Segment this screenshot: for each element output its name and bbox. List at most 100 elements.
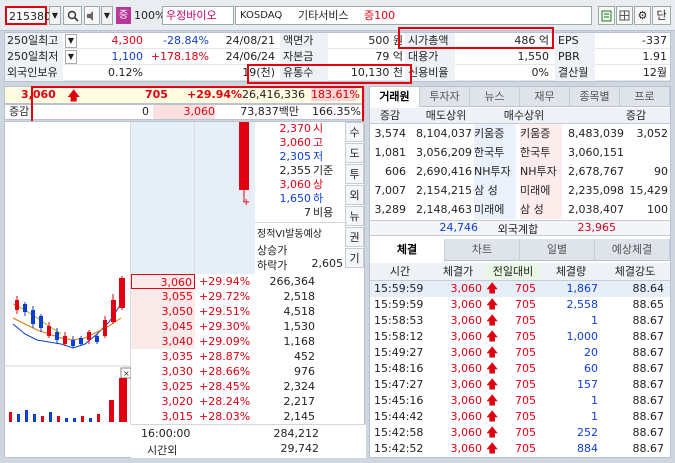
- speaker-icon[interactable]: [84, 6, 100, 25]
- bid-price[interactable]: 3,020: [131, 394, 195, 409]
- broker-sell-name[interactable]: 키움증: [474, 124, 516, 143]
- up-arrow-icon: 🡅: [486, 313, 499, 327]
- info-dropdown-icon[interactable]: ▼: [65, 34, 77, 48]
- trade-price: 3,060: [450, 442, 483, 455]
- up-arrow-icon: 🡅: [486, 361, 499, 375]
- bid-price[interactable]: 3,045: [131, 319, 195, 334]
- bid-price[interactable]: 3,050: [131, 304, 195, 319]
- market-label: KOSDAQ: [240, 10, 283, 21]
- trade-header-cell: 체결량: [555, 265, 587, 278]
- code-dropdown-icon[interactable]: ▼: [49, 6, 61, 25]
- daily-candle-chart: ×: [5, 276, 132, 422]
- broker-sell-change: 1,081: [374, 146, 407, 159]
- trade-qty: 252: [577, 426, 598, 439]
- broker-buy-name[interactable]: 키움증: [520, 124, 562, 143]
- trade-change: 705: [515, 330, 536, 343]
- info-value: 1,550: [517, 50, 550, 63]
- broker-sell-name[interactable]: 삼 성: [474, 181, 516, 200]
- trade-tab[interactable]: 일별: [520, 239, 595, 261]
- side-button[interactable]: 권: [345, 227, 364, 247]
- info-value: 500 원: [368, 34, 403, 47]
- broker-sell-name[interactable]: 미래에: [474, 200, 516, 219]
- bid-price[interactable]: 3,025: [131, 379, 195, 394]
- trade-strength: 88.67: [632, 410, 665, 423]
- broker-sell-change: 3,574: [374, 127, 407, 140]
- sound-dropdown-icon[interactable]: ▼: [101, 6, 113, 25]
- broker-sell-qty: 2,690,416: [416, 165, 472, 178]
- memo-icon[interactable]: [598, 6, 615, 25]
- order-book-panel: + 2,370 시 3,060 고 2,305 저 2,355 기준 3,060 상 1,650 하 7…: [4, 121, 366, 458]
- broker-tabs: 거래원 투자자 뉴스 재무 종목별 프로: [370, 87, 670, 107]
- broker-header-cell: 매수상위: [503, 109, 545, 122]
- broker-sell-change: 606: [385, 165, 406, 178]
- stock-code-input[interactable]: 215380: [5, 6, 51, 25]
- trade-row: 15:47:27 3,060 🡅 705 157 88.67: [370, 377, 670, 393]
- trade-tab[interactable]: 체결: [370, 239, 445, 261]
- broker-sell-change: 3,289: [374, 203, 407, 216]
- foreign-buy: 23,965: [577, 221, 617, 234]
- broker-sell-change: 7,007: [374, 184, 407, 197]
- svg-text:+: +: [242, 197, 250, 207]
- trade-time: 15:48:16: [374, 362, 424, 375]
- bid-price[interactable]: 3,030: [131, 364, 195, 379]
- info-date: 24/06/24: [225, 50, 275, 63]
- info-label: 신용비율: [405, 65, 455, 81]
- broker-sell-qty: 3,056,209: [416, 146, 472, 159]
- broker-buy-qty: 2,235,098: [568, 184, 624, 197]
- bid-price[interactable]: 3,040: [131, 334, 195, 349]
- broker-tab[interactable]: 프로: [620, 87, 670, 107]
- trade-qty: 1: [591, 394, 598, 407]
- side-button[interactable]: 도: [345, 143, 364, 163]
- side-button[interactable]: 외: [345, 185, 364, 205]
- broker-buy-change: 90: [654, 165, 668, 178]
- info-label: 결산월: [555, 65, 595, 81]
- market-info-box: KOSDAQ 기타서비스 증100: [235, 6, 592, 25]
- trade-tab[interactable]: 차트: [445, 239, 520, 261]
- bid-pct: +29.72%: [199, 290, 251, 303]
- trade-change: 705: [515, 362, 536, 375]
- search-icon[interactable]: [63, 6, 82, 25]
- side-button[interactable]: 수: [345, 122, 364, 142]
- trade-change: 705: [515, 346, 536, 359]
- gear-icon[interactable]: ⚙: [634, 6, 651, 25]
- broker-buy-name[interactable]: 미래에: [520, 181, 562, 200]
- trade-header-cell: 체결가: [442, 265, 474, 278]
- broker-buy-name[interactable]: 삼 성: [520, 200, 562, 219]
- side-button[interactable]: 뉴: [345, 206, 364, 226]
- trade-qty: 884: [577, 442, 598, 455]
- trade-change: 705: [515, 394, 536, 407]
- trade-tab[interactable]: 예상체결: [595, 239, 670, 261]
- bid-qty: 976: [294, 365, 315, 378]
- trade-price: 3,060: [450, 298, 483, 311]
- margin-badge: 증: [116, 7, 131, 24]
- broker-buy-change: 100: [647, 203, 668, 216]
- broker-tab[interactable]: 투자자: [420, 87, 470, 107]
- broker-buy-qty: 2,678,767: [568, 165, 624, 178]
- broker-tab[interactable]: 뉴스: [470, 87, 520, 107]
- bid-price[interactable]: 3,060: [131, 274, 195, 289]
- trade-time: 15:42:58: [374, 426, 424, 439]
- broker-tab[interactable]: 종목별: [570, 87, 620, 107]
- trade-change: 705: [515, 314, 536, 327]
- broker-buy-qty: 8,483,039: [568, 127, 624, 140]
- trade-strength: 88.67: [632, 426, 665, 439]
- trade-row: 15:58:12 3,060 🡅 705 1,000 88.67: [370, 329, 670, 345]
- trade-header-cell: 시간: [389, 265, 411, 278]
- side-button[interactable]: 투: [345, 164, 364, 184]
- bid-price[interactable]: 3,035: [131, 349, 195, 364]
- grid-icon[interactable]: [616, 6, 633, 25]
- broker-buy-name[interactable]: NH투자: [520, 162, 562, 181]
- info-value: 12월: [642, 66, 667, 79]
- unit-button[interactable]: 단: [652, 6, 671, 25]
- broker-tab[interactable]: 재무: [520, 87, 570, 107]
- margin-rate: 증100: [364, 9, 396, 22]
- side-button[interactable]: 기: [345, 248, 364, 268]
- bid-price[interactable]: 3,015: [131, 409, 195, 424]
- broker-sell-name[interactable]: NH투자: [474, 162, 516, 181]
- broker-sell-name[interactable]: 한국투: [474, 143, 516, 162]
- bid-price[interactable]: 3,055: [131, 289, 195, 304]
- broker-buy-name[interactable]: 한국투: [520, 143, 562, 162]
- info-dropdown-icon[interactable]: ▼: [65, 50, 77, 64]
- trade-row: 15:58:53 3,060 🡅 705 1 88.67: [370, 313, 670, 329]
- broker-tab[interactable]: 거래원: [370, 87, 420, 107]
